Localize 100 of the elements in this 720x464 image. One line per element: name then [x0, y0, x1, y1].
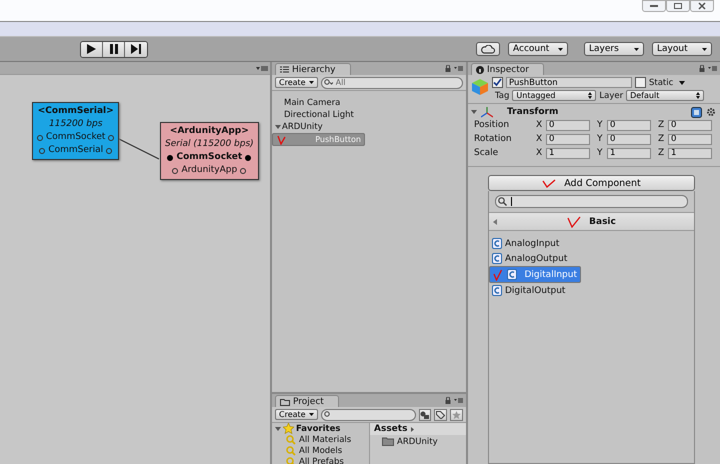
- port-dot-icon[interactable]: [172, 168, 178, 174]
- maximize-button[interactable]: [666, 0, 690, 12]
- minimize-button[interactable]: [642, 0, 666, 12]
- number-field[interactable]: 1: [546, 148, 590, 158]
- script-file-icon: [492, 285, 502, 296]
- axis-label: X: [536, 134, 544, 144]
- hierarchy-item[interactable]: Main Camera: [272, 97, 466, 109]
- port-dot-icon[interactable]: [106, 148, 112, 154]
- port-dot-icon[interactable]: [167, 154, 174, 160]
- favorites-search-item[interactable]: All Materials: [272, 434, 369, 445]
- port-dot-icon[interactable]: [39, 148, 46, 154]
- object-name-field[interactable]: PushButton: [506, 77, 632, 88]
- lock-icon[interactable]: [445, 396, 451, 404]
- node-title: <CommSerial>: [37, 105, 114, 118]
- port-dot-icon[interactable]: [240, 168, 246, 174]
- panel-menu-icon[interactable]: [454, 66, 463, 71]
- text-cursor: [511, 197, 512, 206]
- port-label: CommSocket: [176, 151, 242, 164]
- cloud-button[interactable]: [476, 42, 500, 56]
- filter-type-button[interactable]: [418, 408, 432, 420]
- axis-label: X: [536, 120, 544, 130]
- favorites-search-item[interactable]: All Prefabs: [272, 456, 369, 464]
- cube-icon: [471, 78, 489, 96]
- cloud-icon: [481, 44, 495, 54]
- pause-button[interactable]: [103, 42, 125, 56]
- close-button[interactable]: [690, 0, 714, 12]
- number-field[interactable]: 0: [546, 120, 590, 130]
- port-dot-icon[interactable]: [108, 134, 114, 140]
- hierarchy-item[interactable]: ARDUnity: [272, 121, 466, 133]
- favorites-search-item[interactable]: All Models: [272, 445, 369, 456]
- project-tab[interactable]: Project: [275, 395, 339, 407]
- up-down-arrows-icon: [696, 92, 700, 99]
- number-field[interactable]: 0: [668, 120, 712, 130]
- create-button[interactable]: Create: [275, 409, 318, 420]
- lock-icon[interactable]: [699, 64, 705, 72]
- back-arrow-icon[interactable]: [493, 219, 497, 225]
- step-button[interactable]: [125, 42, 147, 56]
- connector-line: [117, 137, 161, 160]
- static-label: Static: [649, 78, 674, 88]
- static-checkbox[interactable]: [635, 77, 646, 88]
- create-button[interactable]: Create: [275, 77, 318, 88]
- port-dot-icon[interactable]: [245, 154, 252, 160]
- tag-button[interactable]: [434, 408, 448, 420]
- caret-icon[interactable]: [679, 80, 686, 84]
- panel-menu-icon[interactable]: [708, 66, 717, 71]
- expand-arrow-icon[interactable]: [275, 125, 281, 129]
- script-file-icon: [507, 269, 518, 280]
- tag-label: Tag: [495, 90, 510, 100]
- number-field[interactable]: 1: [607, 148, 651, 158]
- hierarchy-tab[interactable]: Hierarchy: [275, 63, 351, 75]
- settings-icon[interactable]: [706, 106, 717, 118]
- category-header[interactable]: Basic: [489, 212, 694, 231]
- axis-label: Y: [597, 120, 604, 130]
- folder-item[interactable]: ARDUnity: [370, 435, 466, 448]
- panel-menu-icon[interactable]: [256, 64, 268, 72]
- caret-icon: [702, 48, 707, 50]
- axis-label: Y: [597, 148, 604, 158]
- caret-icon: [558, 48, 563, 50]
- favorites-item[interactable]: Favorites: [272, 423, 369, 434]
- property-label: Rotation: [473, 134, 513, 144]
- number-field[interactable]: 0: [607, 120, 651, 130]
- number-field[interactable]: 0: [607, 134, 651, 144]
- star-icon: [452, 410, 462, 418]
- hierarchy-item[interactable]: Directional Light: [272, 109, 466, 121]
- caret-icon: [308, 81, 314, 84]
- assets-breadcrumb[interactable]: Assets: [370, 423, 466, 435]
- number-field[interactable]: 0: [546, 134, 590, 144]
- dropdown-menu[interactable]: Layout: [652, 42, 712, 56]
- inspector-tab[interactable]: Inspector: [471, 63, 544, 75]
- script-file-icon: [492, 238, 502, 249]
- component-item[interactable]: AnalogOutput: [489, 251, 694, 266]
- add-component-button[interactable]: Add Component: [488, 175, 695, 191]
- star-button[interactable]: [450, 408, 463, 420]
- component-item[interactable]: DigitalInput: [489, 266, 581, 283]
- panel-menu-icon[interactable]: [454, 398, 463, 403]
- component-item[interactable]: DigitalOutput: [489, 283, 694, 298]
- component-item[interactable]: AnalogInput: [489, 236, 694, 251]
- graph-node[interactable]: <ArdunityApp> Serial (115200 bps) CommSocket ArdunityApp: [160, 122, 259, 180]
- graph-node[interactable]: <CommSerial> 115200 bps CommSocket CommSerial: [32, 102, 120, 160]
- dropdown-menu[interactable]: Account: [508, 42, 568, 56]
- number-field[interactable]: 1: [668, 148, 712, 158]
- play-button[interactable]: [81, 42, 103, 56]
- expand-arrow-icon[interactable]: [471, 110, 477, 114]
- active-checkbox[interactable]: [492, 77, 503, 88]
- port-dot-icon[interactable]: [37, 134, 43, 140]
- caret-icon: [634, 48, 639, 50]
- help-icon[interactable]: [691, 106, 702, 118]
- lock-icon[interactable]: [445, 64, 451, 72]
- tag-dropdown[interactable]: Untagged: [512, 90, 596, 101]
- script-file-icon: [492, 253, 502, 264]
- node-subtitle: 115200 bps: [48, 118, 104, 131]
- dropdown-menu[interactable]: Layers: [584, 42, 644, 56]
- search-field[interactable]: [320, 408, 416, 420]
- search-field[interactable]: [495, 195, 688, 208]
- layer-dropdown[interactable]: Default: [626, 90, 704, 101]
- number-field[interactable]: 0: [668, 134, 712, 144]
- list-icon: [280, 66, 289, 73]
- tag-icon: [436, 410, 446, 418]
- search-field[interactable]: All: [320, 76, 463, 88]
- node-title: <ArdunityApp>: [168, 125, 250, 138]
